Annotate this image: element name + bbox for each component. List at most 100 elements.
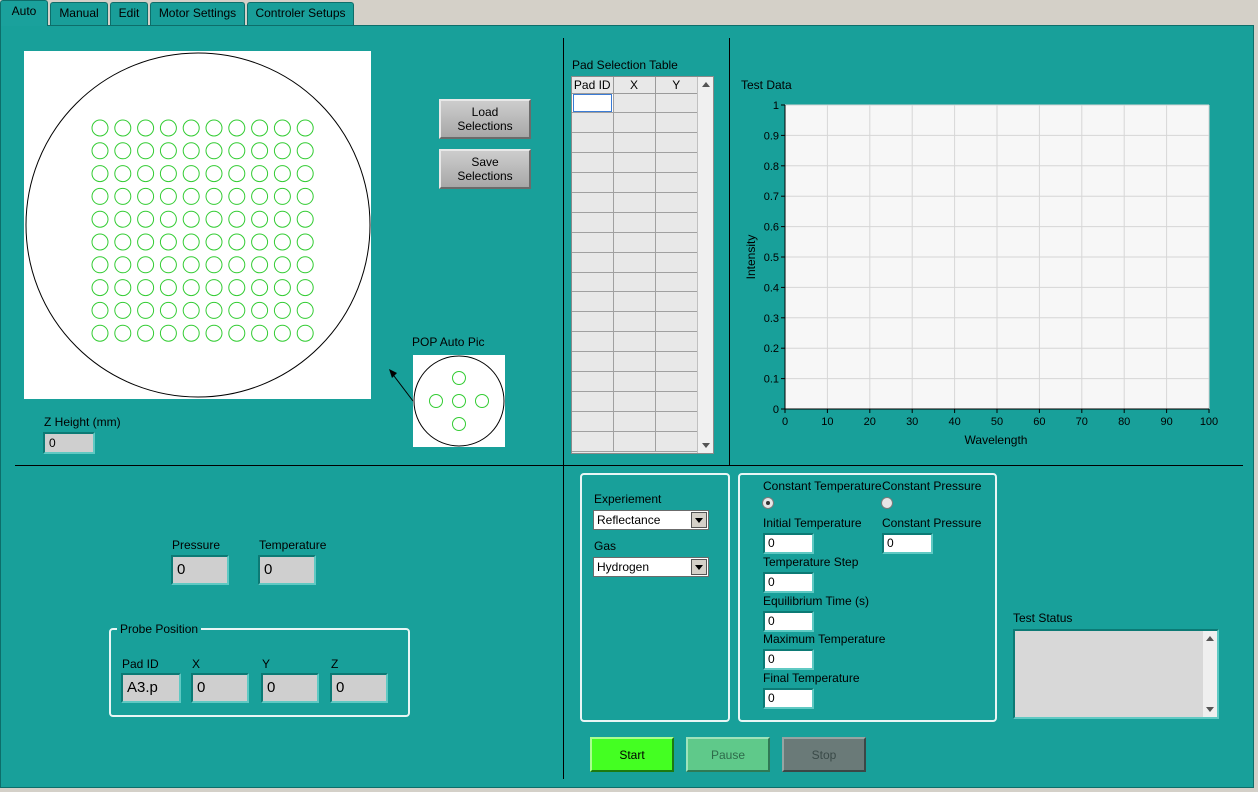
wafer-pad[interactable] [182, 233, 200, 251]
temperature-field[interactable]: 0 [258, 555, 316, 585]
table-cell[interactable] [655, 371, 697, 392]
scroll-down-icon[interactable] [702, 443, 710, 448]
wafer-pad[interactable] [159, 256, 177, 274]
wafer-pad[interactable] [251, 301, 269, 319]
wafer-pad[interactable] [273, 301, 291, 319]
wafer-map[interactable] [24, 51, 371, 399]
wafer-pad[interactable] [251, 142, 269, 160]
table-cell[interactable] [655, 112, 697, 134]
tab-motor-settings[interactable]: Motor Settings [150, 2, 245, 25]
test-data-chart[interactable]: 0 10 20 30 40 50 60 70 80 90 100 0 0.1 0.2 0.3 0.4 0.5 0.… [736, 94, 1236, 454]
wafer-pad[interactable] [182, 301, 200, 319]
wafer-pad[interactable] [137, 119, 155, 137]
table-cell[interactable] [613, 232, 656, 253]
wafer-pad[interactable] [228, 324, 246, 342]
save-selections-button[interactable]: Save Selections [439, 149, 531, 189]
wafer-pad[interactable] [159, 187, 177, 205]
wafer-pad[interactable] [114, 119, 132, 137]
z-height-field[interactable]: 0 [43, 432, 95, 454]
table-cell[interactable] [655, 232, 697, 253]
wafer-pad[interactable] [205, 324, 223, 342]
table-cell[interactable] [613, 431, 656, 452]
table-cell[interactable] [655, 192, 697, 213]
wafer-pad[interactable] [159, 165, 177, 183]
wafer-pad[interactable] [159, 324, 177, 342]
chevron-down-icon[interactable] [691, 512, 707, 528]
table-cell[interactable] [572, 93, 614, 114]
wafer-pad[interactable] [137, 210, 155, 228]
wafer-pad[interactable] [114, 301, 132, 319]
wafer-pad[interactable] [273, 119, 291, 137]
table-cell[interactable] [613, 192, 656, 213]
table-cell[interactable] [613, 411, 656, 432]
table-cell[interactable] [572, 311, 614, 333]
table-cell[interactable] [613, 93, 656, 114]
table-cell[interactable] [572, 331, 614, 353]
table-cell[interactable] [655, 252, 697, 273]
initial-temperature-field[interactable]: 0 [763, 533, 814, 554]
wafer-pad[interactable] [228, 210, 246, 228]
wafer-pad[interactable] [182, 279, 200, 297]
table-cell[interactable] [613, 132, 656, 154]
wafer-pad[interactable] [205, 119, 223, 137]
wafer-pad[interactable] [182, 187, 200, 205]
table-row[interactable] [572, 391, 697, 412]
table-row[interactable] [572, 172, 697, 193]
wafer-pad[interactable] [228, 279, 246, 297]
table-cell[interactable] [572, 112, 614, 134]
temperature-step-field[interactable]: 0 [763, 572, 814, 593]
tab-controler-setups[interactable]: Controler Setups [247, 2, 354, 25]
table-cell[interactable] [613, 212, 656, 233]
table-row[interactable] [572, 291, 697, 313]
wafer-pad[interactable] [91, 279, 109, 297]
wafer-pad[interactable] [228, 119, 246, 137]
table-cell[interactable] [655, 351, 697, 372]
table-cell[interactable] [613, 371, 656, 392]
wafer-pad[interactable] [91, 165, 109, 183]
wafer-pad[interactable] [91, 324, 109, 342]
stop-button[interactable]: Stop [782, 737, 866, 772]
wafer-pad[interactable] [296, 324, 314, 342]
wafer-pad[interactable] [296, 142, 314, 160]
table-cell[interactable] [655, 431, 697, 452]
wafer-pad[interactable] [228, 187, 246, 205]
probe-y-field[interactable]: 0 [261, 673, 319, 703]
table-cell[interactable] [613, 112, 656, 134]
wafer-pad[interactable] [296, 301, 314, 319]
table-cell[interactable] [655, 132, 697, 154]
probe-x-field[interactable]: 0 [191, 673, 249, 703]
wafer-pad[interactable] [137, 324, 155, 342]
table-cell[interactable] [613, 152, 656, 174]
table-cell[interactable] [655, 311, 697, 333]
wafer-pad[interactable] [205, 279, 223, 297]
wafer-pad[interactable] [251, 324, 269, 342]
wafer-pad[interactable] [91, 142, 109, 160]
table-cell[interactable] [655, 411, 697, 432]
table-row[interactable] [572, 311, 697, 333]
table-row[interactable] [572, 272, 697, 293]
equilibrium-time-field[interactable]: 0 [763, 611, 814, 632]
table-cell[interactable] [613, 331, 656, 353]
wafer-pad[interactable] [251, 119, 269, 137]
test-status-box[interactable] [1013, 629, 1219, 719]
wafer-pad[interactable] [205, 187, 223, 205]
wafer-pad[interactable] [114, 279, 132, 297]
wafer-pad[interactable] [296, 210, 314, 228]
tab-auto[interactable]: Auto [0, 0, 48, 26]
wafer-pad[interactable] [205, 142, 223, 160]
wafer-pad[interactable] [159, 279, 177, 297]
table-cell[interactable] [572, 172, 614, 193]
table-cell[interactable] [572, 192, 614, 213]
constant-pressure-radio[interactable] [881, 497, 893, 509]
wafer-pad[interactable] [114, 165, 132, 183]
table-cell[interactable] [655, 152, 697, 174]
maximum-temperature-field[interactable]: 0 [763, 649, 814, 670]
table-row[interactable] [572, 371, 697, 392]
pad-selection-table[interactable]: Pad ID X Y [571, 76, 714, 454]
table-cell[interactable] [655, 172, 697, 193]
wafer-pad[interactable] [137, 142, 155, 160]
chevron-down-icon[interactable] [691, 559, 707, 575]
wafer-pad[interactable] [137, 187, 155, 205]
pressure-field[interactable]: 0 [171, 555, 229, 585]
table-cell[interactable] [572, 431, 614, 452]
